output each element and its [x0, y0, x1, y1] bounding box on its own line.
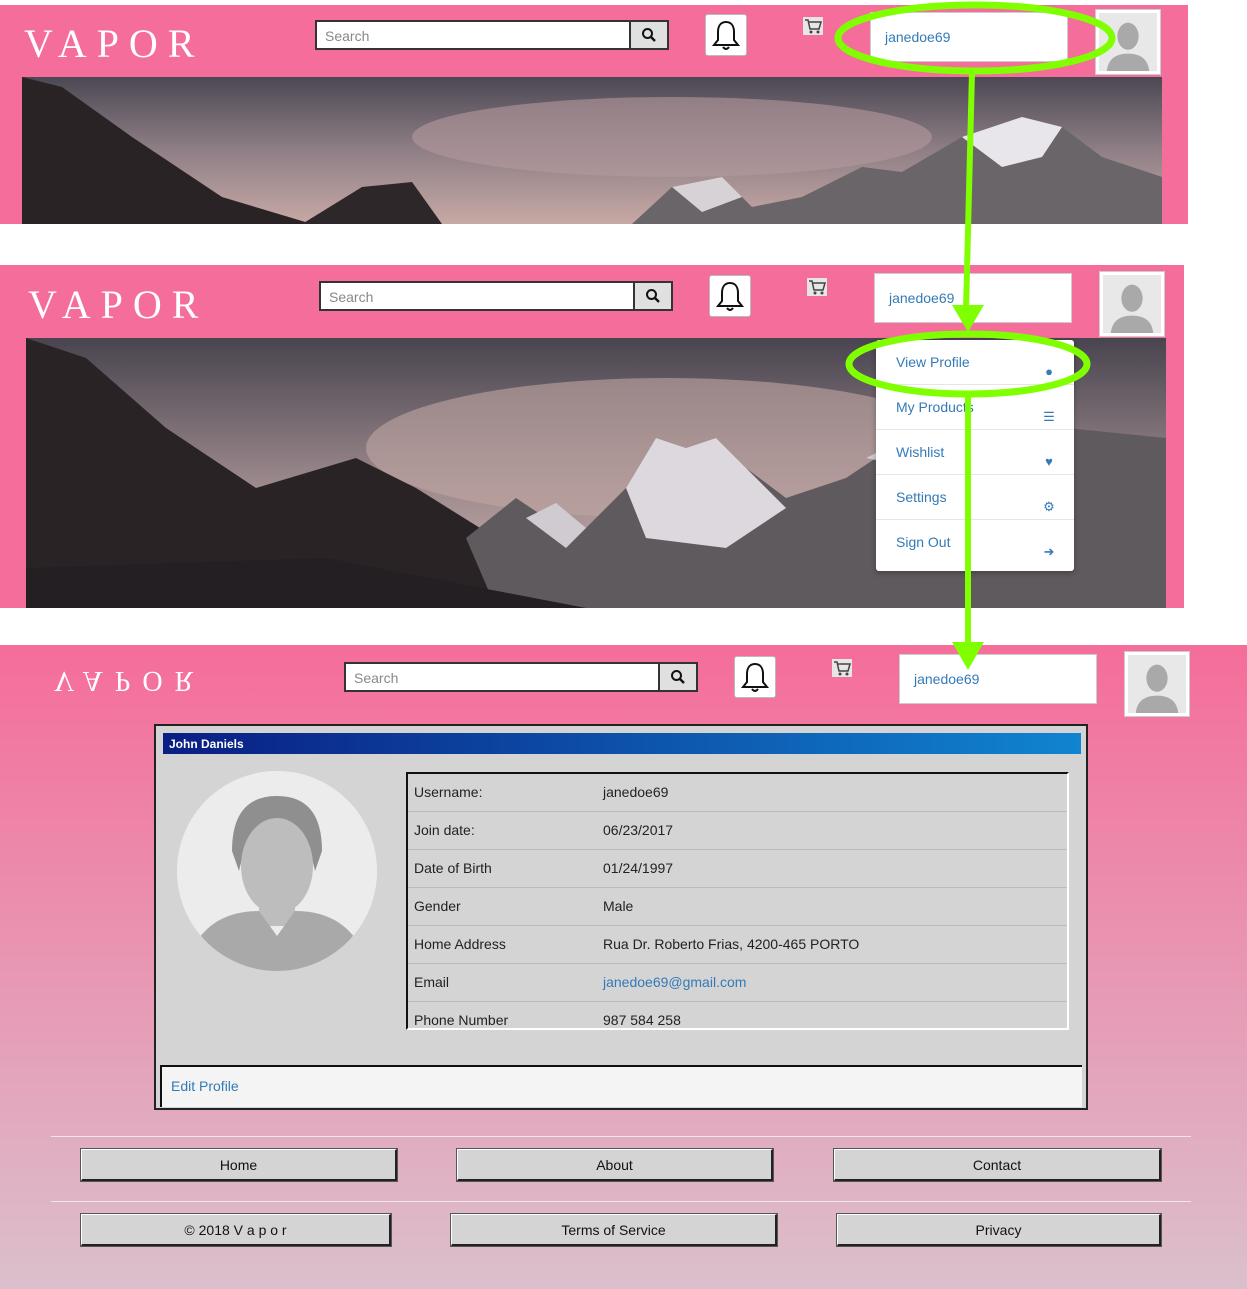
table-row: Home Address Rua Dr. Roberto Frias, 4200-… [408, 926, 1067, 964]
gear-icon: ⚙ [1043, 499, 1055, 514]
search-button[interactable] [633, 281, 673, 311]
search-input[interactable]: Search [315, 20, 629, 50]
bell-icon [711, 20, 741, 50]
menu-item-label: Sign Out [896, 534, 951, 550]
user-dropdown-menu: View Profile ● My Products ☰ Wishlist ♥ … [876, 340, 1074, 571]
search-icon [642, 28, 656, 42]
search-input[interactable]: Search [344, 662, 658, 692]
field-label: Email [414, 974, 450, 990]
avatar[interactable] [1124, 651, 1190, 717]
footer-divider [51, 1136, 1191, 1137]
footer-terms-button[interactable]: Terms of Service [450, 1213, 778, 1247]
footer-privacy-button[interactable]: Privacy [836, 1213, 1162, 1247]
footer-about-button[interactable]: About [456, 1148, 774, 1182]
menu-item-label: My Products [896, 399, 974, 415]
user-avatar-icon [1128, 655, 1186, 713]
profile-avatar [177, 771, 377, 971]
cart-icon[interactable] [831, 658, 853, 678]
field-value: 01/24/1997 [603, 860, 674, 876]
user-avatar-icon [1099, 13, 1157, 71]
edit-profile-link[interactable]: Edit Profile [160, 1065, 1082, 1107]
footer-contact-button[interactable]: Contact [833, 1148, 1162, 1182]
field-label: Home Address [414, 936, 506, 952]
list-icon: ☰ [1043, 409, 1055, 424]
notifications-button[interactable] [705, 14, 747, 56]
table-row: Phone Number 987 584 258 [408, 1002, 1067, 1039]
menu-item-label: Wishlist [896, 444, 945, 460]
avatar[interactable] [1095, 9, 1161, 75]
bell-icon [740, 662, 770, 692]
field-label: Gender [414, 898, 461, 914]
vapor-logo-3[interactable]: VAPOR [54, 664, 205, 696]
profile-panel: John Daniels Username: janedoe69 Join date… [154, 724, 1088, 1110]
search-icon [646, 289, 660, 303]
user-avatar-icon [1103, 275, 1161, 333]
search-input[interactable]: Search [319, 281, 633, 311]
menu-item-sign-out[interactable]: Sign Out ➜ [876, 520, 1074, 565]
user-menu-button[interactable]: janedoe69 [899, 654, 1097, 704]
footer-copyright: © 2018 V a p o r [80, 1213, 392, 1247]
field-value: Rua Dr. Roberto Frias, 4200-465 PORTO [603, 936, 860, 952]
footer-divider [51, 1201, 1191, 1202]
menu-item-wishlist[interactable]: Wishlist ♥ [876, 430, 1074, 475]
table-row: Username: janedoe69 [408, 774, 1067, 812]
email-link[interactable]: janedoe69@gmail.com [603, 974, 746, 990]
profile-title: John Daniels [163, 733, 1081, 754]
search-button[interactable] [658, 662, 698, 692]
table-row: Join date: 06/23/2017 [408, 812, 1067, 850]
table-row: Date of Birth 01/24/1997 [408, 850, 1067, 888]
avatar[interactable] [1099, 271, 1165, 337]
field-label: Date of Birth [414, 860, 492, 876]
field-value: Male [603, 898, 634, 914]
profile-info-table: Username: janedoe69 Join date: 06/23/2017 Da… [406, 772, 1069, 1030]
field-label: Join date: [414, 822, 475, 838]
sign-out-icon: ➜ [1043, 544, 1055, 559]
cart-icon[interactable] [802, 16, 824, 36]
menu-item-label: Settings [896, 489, 947, 505]
field-label: Phone Number [414, 1012, 509, 1028]
field-value: janedoe69 [603, 784, 669, 800]
bell-icon [715, 281, 745, 311]
search-icon [671, 670, 685, 684]
menu-item-label: View Profile [896, 354, 970, 370]
notifications-button[interactable] [734, 656, 776, 698]
hero-banner-1 [22, 77, 1162, 224]
menu-item-my-products[interactable]: My Products ☰ [876, 385, 1074, 430]
menu-item-view-profile[interactable]: View Profile ● [876, 340, 1074, 385]
search-bar-3: Search [344, 662, 698, 692]
field-value: 06/23/2017 [603, 822, 674, 838]
notifications-button[interactable] [709, 275, 751, 317]
cart-icon[interactable] [806, 277, 828, 297]
search-bar-2: Search [319, 281, 673, 311]
footer-home-button[interactable]: Home [80, 1148, 398, 1182]
search-bar-1: Search [315, 20, 669, 50]
user-menu-button[interactable]: janedoe69 [874, 273, 1072, 323]
table-row: Email janedoe69@gmail.com [408, 964, 1067, 1002]
heart-icon: ♥ [1045, 454, 1053, 469]
search-button[interactable] [629, 20, 669, 50]
user-menu-button[interactable]: janedoe69 [870, 12, 1068, 62]
menu-item-settings[interactable]: Settings ⚙ [876, 475, 1074, 520]
field-value: 987 584 258 [603, 1012, 681, 1028]
user-icon: ● [1045, 364, 1053, 379]
field-label: Username: [414, 784, 483, 800]
table-row: Gender Male [408, 888, 1067, 926]
vapor-logo-1[interactable]: VAPOR [24, 20, 204, 67]
vapor-logo-2[interactable]: VAPOR [28, 281, 208, 328]
